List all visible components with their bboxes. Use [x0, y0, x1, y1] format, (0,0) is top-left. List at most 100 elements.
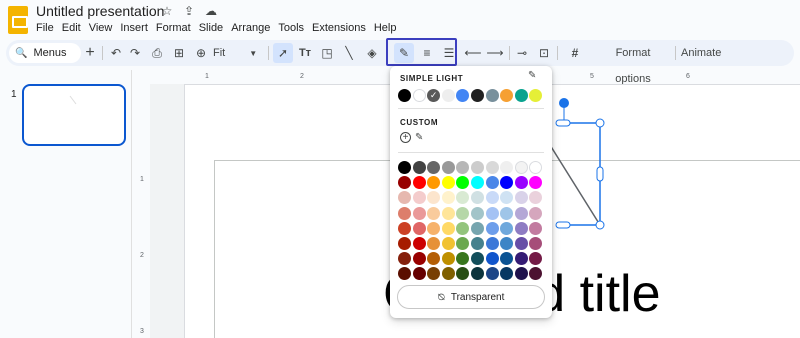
menu-extensions[interactable]: Extensions [308, 21, 370, 35]
palette-color-swatch[interactable] [471, 161, 484, 174]
palette-color-swatch[interactable] [471, 237, 484, 250]
theme-color-swatch[interactable] [471, 89, 484, 102]
undo-icon[interactable]: ↶ [107, 40, 125, 66]
line-start-icon[interactable]: ⟵ [462, 40, 484, 66]
menu-help[interactable]: Help [370, 21, 401, 35]
palette-color-swatch[interactable] [441, 206, 455, 220]
palette-color-swatch[interactable] [412, 221, 426, 235]
palette-color-swatch[interactable] [471, 267, 484, 281]
palette-color-swatch[interactable] [398, 221, 411, 235]
menu-arrange[interactable]: Arrange [227, 21, 274, 35]
theme-color-swatch[interactable] [514, 89, 528, 102]
palette-color-swatch[interactable] [398, 191, 411, 205]
palette-color-swatch[interactable] [514, 161, 528, 174]
palette-color-swatch[interactable] [514, 252, 528, 266]
palette-color-swatch[interactable] [485, 267, 499, 281]
align-icon[interactable]: # [562, 40, 588, 66]
palette-color-swatch[interactable] [398, 252, 411, 266]
palette-color-swatch[interactable] [485, 252, 499, 266]
palette-color-swatch[interactable] [412, 191, 426, 205]
comment-icon[interactable]: ⊡ [534, 40, 554, 66]
paint-format-icon[interactable]: ⊞ [170, 40, 188, 66]
palette-color-swatch[interactable] [529, 252, 543, 266]
palette-color-swatch[interactable] [529, 161, 543, 174]
move-icon[interactable]: ⇪ [182, 4, 196, 18]
palette-color-swatch[interactable] [500, 191, 514, 205]
menu-file[interactable]: File [36, 21, 58, 35]
palette-color-swatch[interactable] [427, 176, 441, 190]
menu-view[interactable]: View [85, 21, 117, 35]
palette-color-swatch[interactable] [514, 267, 528, 281]
selected-line[interactable] [540, 95, 620, 235]
palette-color-swatch[interactable] [441, 176, 455, 190]
resize-handle[interactable] [555, 119, 571, 127]
palette-color-swatch[interactable] [456, 221, 470, 235]
palette-color-swatch[interactable] [456, 176, 470, 190]
shape-icon[interactable]: ◳ [317, 40, 337, 66]
palette-color-swatch[interactable] [514, 176, 528, 190]
palette-color-swatch[interactable] [471, 206, 484, 220]
palette-color-swatch[interactable] [441, 252, 455, 266]
theme-color-swatch[interactable]: ✓ [427, 89, 441, 102]
palette-color-swatch[interactable] [398, 161, 411, 174]
theme-color-swatch[interactable] [441, 89, 455, 102]
palette-color-swatch[interactable] [485, 237, 499, 250]
palette-color-swatch[interactable] [485, 221, 499, 235]
palette-color-swatch[interactable] [529, 191, 543, 205]
palette-color-swatch[interactable] [514, 237, 528, 250]
menu-insert[interactable]: Insert [116, 21, 152, 35]
palette-color-swatch[interactable] [441, 221, 455, 235]
slides-logo[interactable] [8, 6, 28, 34]
palette-color-swatch[interactable] [471, 252, 484, 266]
transparent-button[interactable]: ⦰ Transparent [397, 285, 545, 309]
palette-color-swatch[interactable] [427, 252, 441, 266]
palette-color-swatch[interactable] [529, 176, 543, 190]
slide-thumbnail[interactable] [22, 84, 126, 146]
palette-color-swatch[interactable] [456, 252, 470, 266]
palette-color-swatch[interactable] [529, 221, 543, 235]
palette-color-swatch[interactable] [456, 267, 470, 281]
palette-color-swatch[interactable] [529, 267, 543, 281]
palette-color-swatch[interactable] [398, 237, 411, 250]
palette-color-swatch[interactable] [485, 176, 499, 190]
palette-color-swatch[interactable] [398, 206, 411, 220]
resize-handle[interactable] [595, 118, 605, 128]
document-title[interactable]: Untitled presentation [36, 3, 164, 19]
star-icon[interactable]: ☆ [160, 4, 174, 18]
palette-color-swatch[interactable] [500, 176, 514, 190]
rotate-handle[interactable] [559, 98, 569, 108]
resize-handle[interactable] [595, 220, 605, 230]
palette-color-swatch[interactable] [427, 221, 441, 235]
line-icon[interactable]: ╲ [339, 40, 359, 66]
palette-color-swatch[interactable] [456, 206, 470, 220]
menu-slide[interactable]: Slide [195, 21, 227, 35]
theme-color-swatch[interactable] [412, 89, 426, 102]
palette-color-swatch[interactable] [398, 267, 411, 281]
menus-search[interactable]: 🔍 Menus [9, 43, 81, 63]
palette-color-swatch[interactable] [441, 237, 455, 250]
palette-color-swatch[interactable] [500, 237, 514, 250]
theme-color-swatch[interactable] [500, 89, 514, 102]
palette-color-swatch[interactable] [514, 206, 528, 220]
resize-handle[interactable] [555, 221, 571, 229]
zoom-icon[interactable]: ⊕ [192, 40, 210, 66]
redo-icon[interactable]: ↷ [126, 40, 144, 66]
zoom-select[interactable]: Fit ▼ [213, 40, 263, 66]
palette-color-swatch[interactable] [500, 221, 514, 235]
eyedropper-icon[interactable]: ✎ [415, 132, 423, 143]
palette-color-swatch[interactable] [427, 191, 441, 205]
palette-color-swatch[interactable] [412, 176, 426, 190]
palette-color-swatch[interactable] [500, 252, 514, 266]
palette-color-swatch[interactable] [500, 267, 514, 281]
palette-color-swatch[interactable] [427, 161, 441, 174]
palette-color-swatch[interactable] [456, 191, 470, 205]
palette-color-swatch[interactable] [485, 191, 499, 205]
link-icon[interactable]: ⊸ [512, 40, 532, 66]
theme-color-swatch[interactable] [485, 89, 499, 102]
palette-color-swatch[interactable] [441, 267, 455, 281]
palette-color-swatch[interactable] [500, 161, 514, 174]
palette-color-swatch[interactable] [427, 237, 441, 250]
palette-color-swatch[interactable] [441, 191, 455, 205]
palette-color-swatch[interactable] [456, 237, 470, 250]
palette-color-swatch[interactable] [485, 206, 499, 220]
